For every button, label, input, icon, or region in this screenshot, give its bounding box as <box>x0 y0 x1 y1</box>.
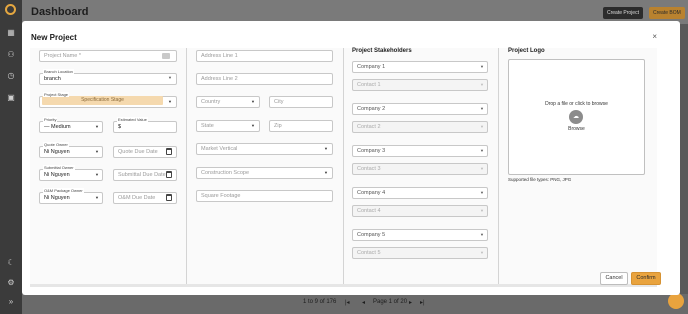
sidebar: ▦ ⚇ ◷ ▣ ☾ ⚙ » <box>0 0 22 314</box>
column-divider <box>343 48 344 284</box>
contact-select[interactable]: Contact 5 <box>352 247 488 259</box>
chevron-down-icon: ▼ <box>324 170 328 175</box>
confirm-button[interactable]: Confirm <box>631 272 661 285</box>
chevron-down-icon: ▼ <box>480 208 484 213</box>
chevron-down-icon: ▼ <box>480 124 484 129</box>
company-select[interactable]: Company 1 <box>352 61 488 73</box>
clock-icon[interactable]: ◷ <box>6 71 16 81</box>
create-project-button[interactable]: Create Project <box>603 7 643 19</box>
chevron-down-icon: ▼ <box>480 106 484 111</box>
moon-icon[interactable]: ☾ <box>6 258 16 268</box>
project-stage-label: Project Stage <box>43 92 70 97</box>
chevron-down-icon: ▼ <box>168 99 172 104</box>
app-logo <box>5 4 16 15</box>
estimated-value-input[interactable]: $ <box>113 121 177 133</box>
dropzone-text: Drop a file or click to browse <box>545 101 608 107</box>
id-card-icon <box>162 53 170 59</box>
grid-icon[interactable]: ▦ <box>6 28 16 38</box>
prev-page-icon[interactable]: ◂ <box>362 299 365 306</box>
chat-icon[interactable] <box>668 293 684 309</box>
chevron-down-icon: ▼ <box>95 149 99 154</box>
chevron-down-icon: ▼ <box>251 123 255 128</box>
browse-link[interactable]: Browse <box>508 126 645 132</box>
expand-icon[interactable]: » <box>6 297 16 307</box>
chevron-down-icon: ▼ <box>480 148 484 153</box>
cancel-button[interactable]: Cancel <box>600 272 628 285</box>
estimated-value-label: Estimated Value <box>117 117 148 122</box>
pagination-page: Page 1 of 20 <box>373 299 408 305</box>
contact-select[interactable]: Contact 1 <box>352 79 488 91</box>
company-select[interactable]: Company 3 <box>352 145 488 157</box>
submittal-owner-select[interactable]: Ni Nguyen <box>39 169 103 181</box>
project-name-input[interactable]: Project Name * <box>39 50 177 62</box>
branch-location-label: Branch Location <box>43 69 74 74</box>
users-icon[interactable]: ⚇ <box>6 50 16 60</box>
stakeholders-heading: Project Stakeholders <box>352 48 412 54</box>
priority-label: Priority <box>43 117 58 122</box>
close-icon[interactable]: × <box>652 32 657 41</box>
project-logo-heading: Project Logo <box>508 48 545 54</box>
address-line-2-input[interactable]: Address Line 2 <box>196 73 333 85</box>
chevron-down-icon: ▼ <box>324 146 328 151</box>
footer-bar <box>22 294 688 314</box>
chevron-down-icon: ▼ <box>480 190 484 195</box>
calendar-icon[interactable]: ▣ <box>6 93 16 103</box>
stage-chip: Specification Stage <box>42 96 163 105</box>
square-footage-input[interactable]: Square Footage <box>196 190 333 202</box>
chevron-down-icon: ▼ <box>480 64 484 69</box>
company-select[interactable]: Company 5 <box>352 229 488 241</box>
settings-icon[interactable]: ⚙ <box>6 278 16 288</box>
chevron-down-icon: ▼ <box>95 195 99 200</box>
quote-owner-select[interactable]: Ni Nguyen <box>39 146 103 158</box>
calendar-icon[interactable] <box>166 171 172 178</box>
chevron-down-icon: ▼ <box>95 172 99 177</box>
construction-scope-select[interactable]: Construction Scope <box>196 167 333 179</box>
om-owner-label: O&M Package Owner <box>43 188 84 193</box>
chevron-down-icon: ▼ <box>251 99 255 104</box>
company-select[interactable]: Company 2 <box>352 103 488 115</box>
company-select[interactable]: Company 4 <box>352 187 488 199</box>
upload-cloud-icon: ☁ <box>569 110 583 124</box>
calendar-icon[interactable] <box>166 148 172 155</box>
contact-select[interactable]: Contact 3 <box>352 163 488 175</box>
contact-select[interactable]: Contact 2 <box>352 121 488 133</box>
submittal-owner-label: Submittal Owner <box>43 165 75 170</box>
chevron-down-icon: ▼ <box>480 250 484 255</box>
page-title: Dashboard <box>31 6 89 18</box>
first-page-icon[interactable]: |◂ <box>345 299 350 306</box>
supported-types-text: Supported file types: PNG, JPG <box>508 177 572 182</box>
column-divider <box>498 48 499 284</box>
market-vertical-select[interactable]: Market Vertical <box>196 143 333 155</box>
chevron-down-icon: ▼ <box>95 124 99 129</box>
om-owner-select[interactable]: Ni Nguyen <box>39 192 103 204</box>
branch-location-select[interactable]: branch <box>39 73 177 85</box>
next-page-icon[interactable]: ▸ <box>409 299 412 306</box>
chevron-down-icon: ▼ <box>480 82 484 87</box>
city-input[interactable]: City <box>269 96 333 108</box>
modal-title: New Project <box>31 33 77 42</box>
last-page-icon[interactable]: ▸| <box>420 299 425 306</box>
quote-owner-label: Quote Owner <box>43 142 69 147</box>
chevron-down-icon: ▼ <box>480 166 484 171</box>
zip-input[interactable]: Zip <box>269 120 333 132</box>
priority-select[interactable]: — Medium <box>39 121 103 133</box>
chevron-down-icon: ▼ <box>480 232 484 237</box>
contact-select[interactable]: Contact 4 <box>352 205 488 217</box>
calendar-icon[interactable] <box>166 194 172 201</box>
column-divider <box>186 48 187 284</box>
address-line-1-input[interactable]: Address Line 1 <box>196 50 333 62</box>
create-bom-button[interactable]: Create BOM <box>649 7 685 19</box>
pagination-range: 1 to 9 of 176 <box>303 299 337 305</box>
